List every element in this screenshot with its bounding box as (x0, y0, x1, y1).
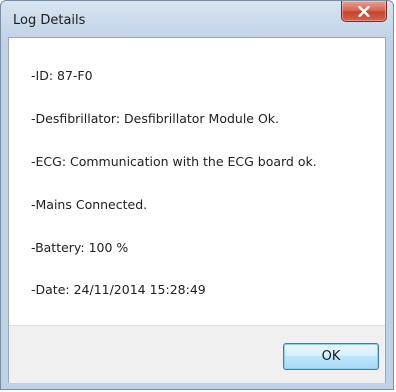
window-title: Log Details (13, 13, 86, 28)
dialog-client-area: -ID: 87-F0 -Desfibrillator: Desfibrillat… (8, 37, 386, 383)
log-line-ecg: -ECG: Communication with the ECG board o… (31, 154, 317, 169)
title-bar[interactable]: Log Details (1, 1, 393, 37)
log-line-id: -ID: 87-F0 (31, 68, 93, 83)
log-line-defibrillator: -Desfibrillator: Desfibrillator Module O… (31, 111, 280, 126)
log-line-mains: -Mains Connected. (31, 197, 148, 212)
log-line-battery: -Battery: 100 % (31, 240, 129, 255)
ok-button[interactable]: OK (283, 343, 379, 370)
log-details-content: -ID: 87-F0 -Desfibrillator: Desfibrillat… (9, 38, 385, 325)
close-icon (358, 5, 370, 17)
log-details-dialog: Log Details -ID: 87-F0 -Desfibrillator: … (0, 0, 394, 390)
close-button[interactable] (341, 1, 387, 22)
log-line-date: -Date: 24/11/2014 15:28:49 (31, 282, 206, 297)
dialog-footer: OK (9, 325, 385, 383)
